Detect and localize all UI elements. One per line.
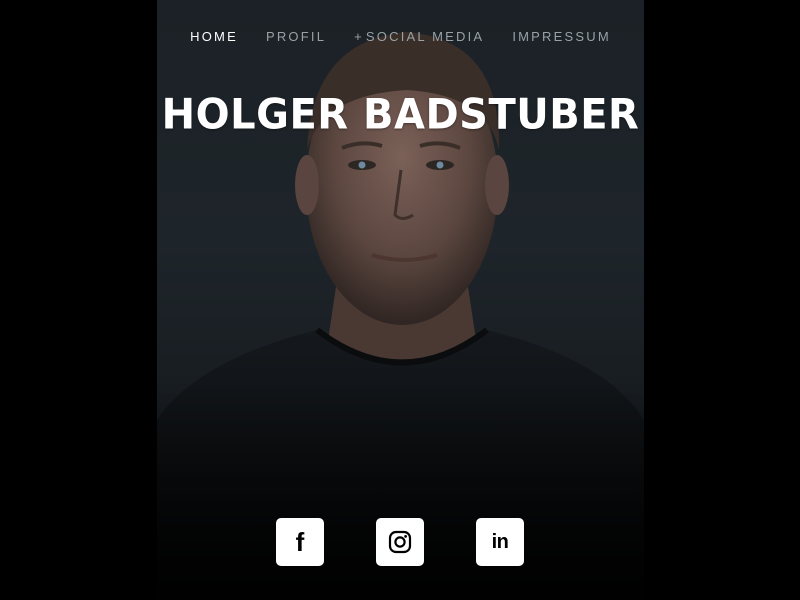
linkedin-icon: in [491,530,509,553]
social-links: f in [157,518,644,566]
nav-social-media[interactable]: + SOCIAL MEDIA [354,29,484,44]
instagram-button[interactable] [376,518,424,566]
page-title: HOLGER BADSTUBER [161,90,640,140]
main-nav: HOME PROFIL + SOCIAL MEDIA IMPRESSUM [157,27,644,45]
nav-home[interactable]: HOME [190,29,238,44]
nav-impressum[interactable]: IMPRESSUM [512,29,611,44]
nav-social-media-label: SOCIAL MEDIA [365,28,485,44]
linkedin-button[interactable]: in [476,518,524,566]
facebook-button[interactable]: f [276,518,324,566]
hero-section: HOME PROFIL + SOCIAL MEDIA IMPRESSUM HOLG… [157,0,644,600]
nav-expand-prefix: + [354,28,364,44]
instagram-icon [388,530,412,554]
nav-profil[interactable]: PROFIL [266,29,326,44]
facebook-icon: f [295,526,305,557]
